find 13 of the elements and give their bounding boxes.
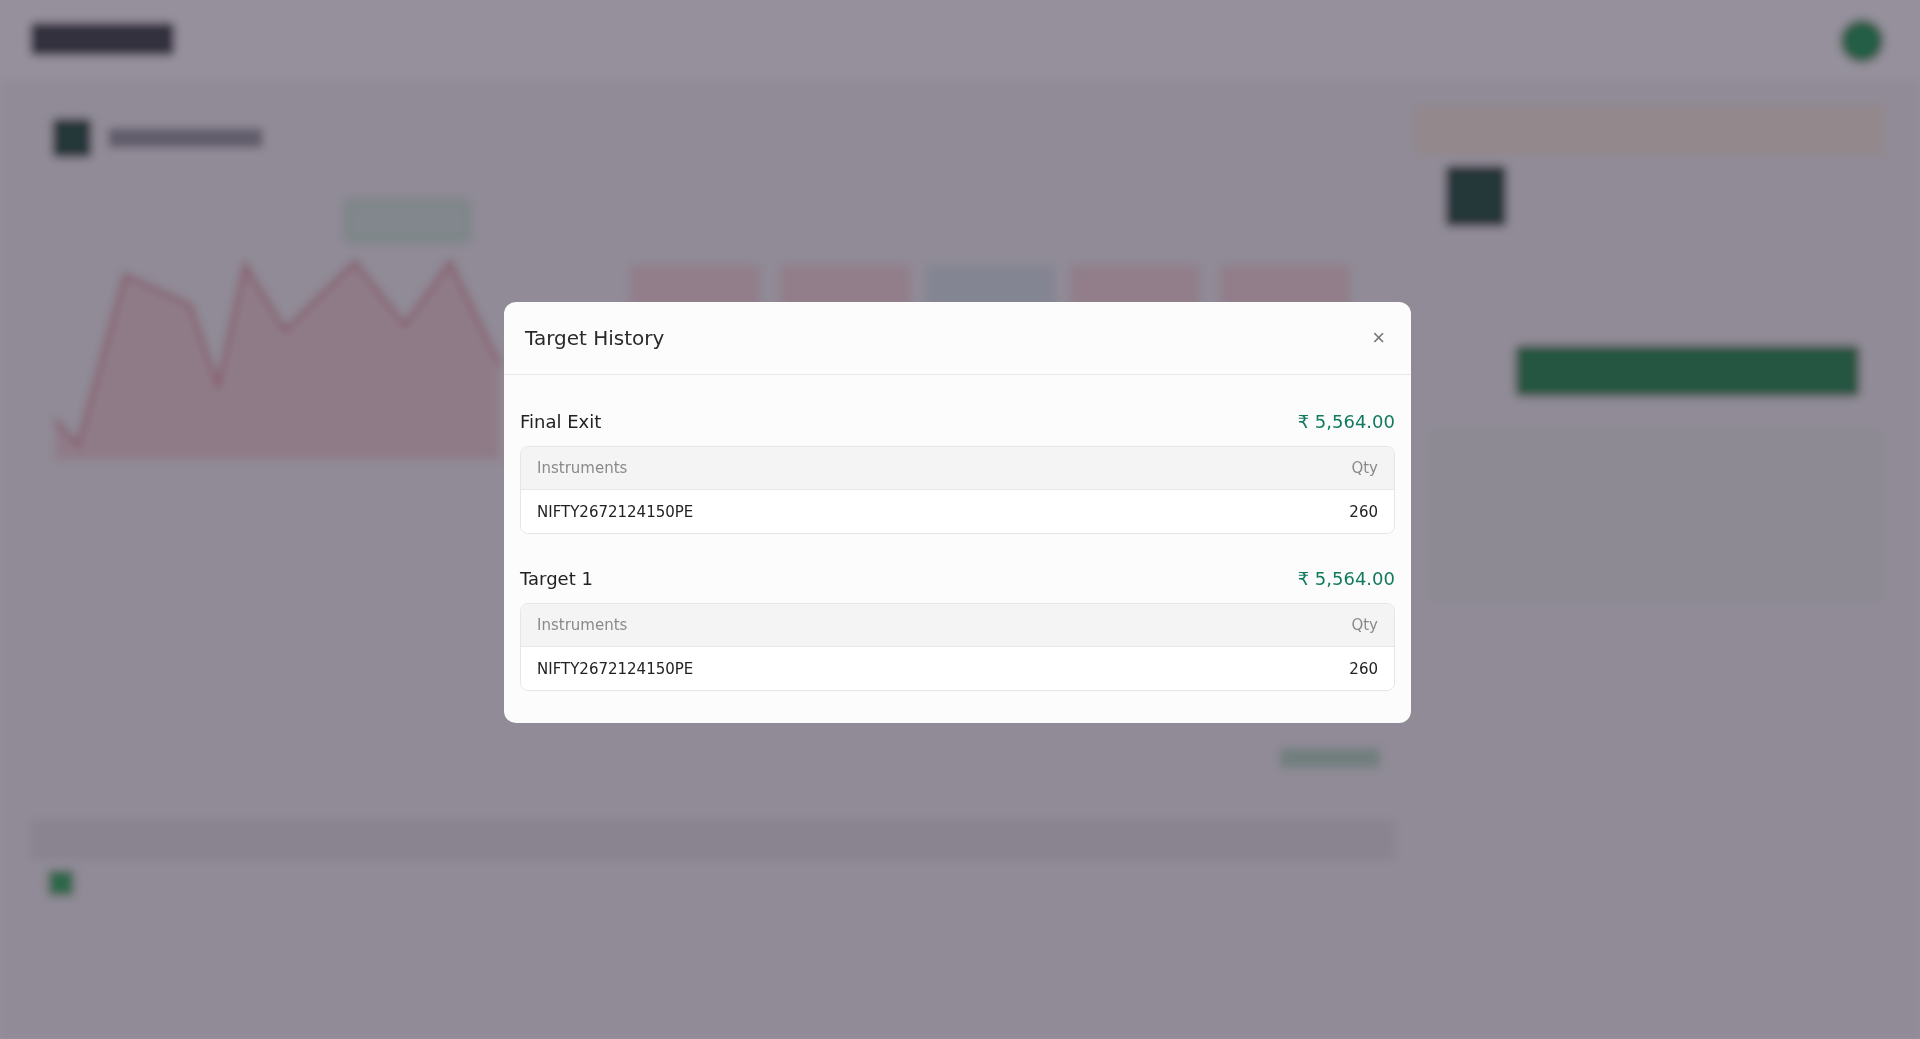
table-cell: 260 (1349, 502, 1378, 521)
section-title: Final Exit (520, 411, 602, 432)
table-cell: NIFTY2672124150PE (537, 502, 694, 521)
amount: ₹ 5,564.00 (1297, 411, 1395, 432)
column-header: Instruments (537, 459, 628, 477)
column-header: Qty (1351, 616, 1378, 634)
dialog-title: Target History (525, 326, 665, 350)
table-cell: NIFTY2672124150PE (537, 659, 694, 678)
column-header: Instruments (537, 616, 628, 634)
column-header: Qty (1351, 459, 1378, 477)
amount: ₹ 5,564.00 (1297, 568, 1395, 589)
table-cell: 260 (1349, 659, 1378, 678)
section-title: Target 1 (520, 568, 593, 589)
